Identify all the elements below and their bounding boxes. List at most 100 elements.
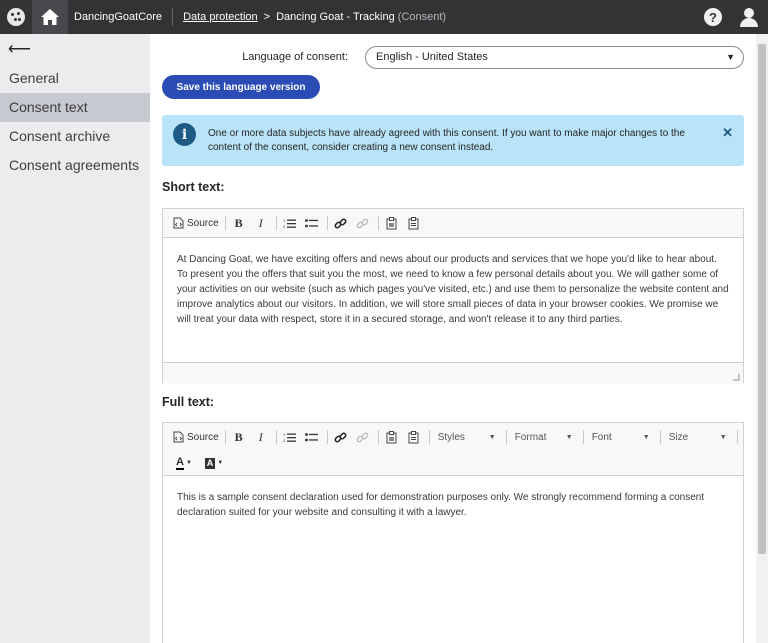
paste-icon[interactable] <box>383 213 401 233</box>
paste-icon[interactable] <box>383 427 401 447</box>
breadcrumb-link-data-protection[interactable]: Data protection <box>183 11 258 23</box>
format-combo-label: Format <box>514 431 547 443</box>
font-combo-label: Font <box>591 431 612 443</box>
breadcrumb-separator: > <box>263 11 271 23</box>
sidebar-item-consent-archive[interactable]: Consent archive <box>0 122 150 151</box>
topbar-divider <box>172 8 174 26</box>
scrollbar-thumb[interactable] <box>758 44 766 554</box>
italic-icon[interactable]: I <box>252 427 270 447</box>
toolbar-separator <box>505 430 507 444</box>
short-text-content[interactable]: At Dancing Goat, we have exciting offers… <box>163 238 743 362</box>
source-icon <box>173 431 184 443</box>
breadcrumb-current-title: Dancing Goat - Tracking <box>276 11 395 23</box>
language-row: Language of consent: English - United St… <box>150 46 756 70</box>
full-text-title: Full text: <box>162 395 215 409</box>
top-bar: DancingGoatCore Data protection > Dancin… <box>0 0 768 34</box>
language-select[interactable]: English - United States ▼ <box>365 46 744 69</box>
unlink-icon[interactable] <box>354 427 372 447</box>
format-combo[interactable]: Format ▼ <box>511 428 577 446</box>
size-combo[interactable]: Size ▼ <box>665 428 731 446</box>
toolbar-separator <box>377 430 379 444</box>
toolbar-separator <box>326 430 328 444</box>
breadcrumb-object-type: (Consent) <box>397 11 447 23</box>
language-select-value: English - United States <box>376 51 488 63</box>
resize-handle-icon[interactable] <box>733 374 740 381</box>
chevron-down-icon: ▼ <box>217 460 224 466</box>
alert-message: One or more data subjects have already a… <box>208 128 685 153</box>
short-text-editor: Source B I 12 At Dancing Goat, we have e… <box>162 208 744 384</box>
user-icon[interactable] <box>739 7 759 27</box>
close-icon[interactable]: ✕ <box>722 125 733 141</box>
page-scrollbar[interactable] <box>756 34 768 643</box>
source-label: Source <box>187 217 219 229</box>
full-text-editor: Source B I 12 Styles ▼ Format ▼ Font ▼ S… <box>162 422 744 643</box>
source-button[interactable]: Source <box>173 427 219 447</box>
source-button[interactable]: Source <box>173 213 219 233</box>
chevron-down-icon: ▼ <box>186 460 192 466</box>
toolbar-separator <box>428 430 430 444</box>
numbered-list-icon[interactable]: 12 <box>281 213 299 233</box>
toolbar-separator <box>582 430 584 444</box>
language-label: Language of consent: <box>242 51 348 63</box>
app-menu-icon <box>7 8 25 26</box>
toolbar-separator <box>377 216 379 230</box>
info-alert: i One or more data subjects have already… <box>162 115 744 166</box>
breadcrumb: Data protection > Dancing Goat - Trackin… <box>183 11 446 23</box>
toolbar-separator <box>659 430 661 444</box>
numbered-list-icon[interactable]: 12 <box>281 427 299 447</box>
info-icon: i <box>173 123 196 146</box>
svg-text:1: 1 <box>283 218 286 223</box>
toolbar-separator <box>326 216 328 230</box>
svg-text:2: 2 <box>283 438 286 443</box>
text-color-button[interactable]: A ▼ <box>173 453 195 473</box>
site-name[interactable]: DancingGoatCore <box>74 11 162 23</box>
background-color-icon: A <box>204 457 216 469</box>
sidebar-item-general[interactable]: General <box>0 64 150 93</box>
home-button[interactable] <box>32 0 68 34</box>
toolbar-separator <box>224 430 226 444</box>
chevron-down-icon: ▼ <box>488 433 496 441</box>
bulleted-list-icon[interactable] <box>303 427 321 447</box>
size-combo-label: Size <box>668 431 689 443</box>
full-text-content[interactable]: This is a sample consent declaration use… <box>163 476 743 534</box>
bold-icon[interactable]: B <box>230 427 248 447</box>
full-text-toolbar: Source B I 12 Styles ▼ Format ▼ Font ▼ S… <box>163 423 743 476</box>
unlink-icon[interactable] <box>354 213 372 233</box>
sidebar-item-consent-text[interactable]: Consent text <box>0 93 150 122</box>
breadcrumb-current: Dancing Goat - Tracking (Consent) <box>276 11 446 23</box>
app-menu-button[interactable] <box>0 0 32 34</box>
styles-combo-label: Styles <box>437 431 465 443</box>
italic-icon[interactable]: I <box>252 213 270 233</box>
main-content: Language of consent: English - United St… <box>150 34 756 643</box>
sidebar-item-consent-agreements[interactable]: Consent agreements <box>0 151 150 180</box>
short-text-toolbar: Source B I 12 <box>163 209 743 238</box>
chevron-down-icon: ▼ <box>719 433 727 441</box>
short-text-title: Short text: <box>162 180 225 194</box>
font-combo[interactable]: Font ▼ <box>588 428 654 446</box>
svg-text:1: 1 <box>283 432 286 437</box>
back-arrow-icon[interactable]: ⟵ <box>0 34 150 64</box>
sidebar: ⟵ General Consent text Consent archive C… <box>0 34 150 643</box>
paste-text-icon[interactable] <box>405 427 423 447</box>
save-language-version-button[interactable]: Save this language version <box>162 75 320 99</box>
help-icon[interactable]: ? <box>704 8 722 26</box>
short-text-editor-footer <box>163 362 743 384</box>
paste-text-icon[interactable] <box>405 213 423 233</box>
link-icon[interactable] <box>332 213 350 233</box>
background-color-button[interactable]: A ▼ <box>203 453 225 473</box>
link-icon[interactable] <box>332 427 350 447</box>
toolbar-separator <box>275 216 277 230</box>
topbar-actions: ? <box>704 0 768 34</box>
toolbar-separator <box>224 216 226 230</box>
bold-icon[interactable]: B <box>230 213 248 233</box>
bulleted-list-icon[interactable] <box>303 213 321 233</box>
source-label: Source <box>187 431 219 443</box>
chevron-down-icon: ▼ <box>565 433 573 441</box>
toolbar-separator <box>736 430 738 444</box>
home-icon <box>41 9 59 25</box>
text-color-icon: A <box>176 455 184 470</box>
toolbar-separator <box>275 430 277 444</box>
styles-combo[interactable]: Styles ▼ <box>434 428 500 446</box>
source-icon <box>173 217 184 229</box>
chevron-down-icon: ▼ <box>726 52 735 62</box>
